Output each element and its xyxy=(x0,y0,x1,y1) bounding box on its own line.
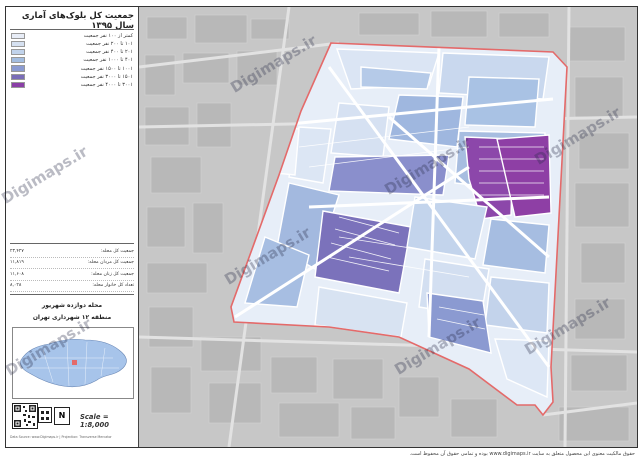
legend-item-label: ۳۰۰۱ تا ۴۰۰۰ نفر جمعیت xyxy=(80,81,133,88)
legend-swatch xyxy=(11,73,25,80)
legend-item: ۱۵۰۱ تا ۳۰۰۰ نفر جمعیت xyxy=(11,73,133,81)
legend-swatch xyxy=(11,32,25,39)
area-title: محله دوازده شهریور منطقه ۱۲ شهرداری تهرا… xyxy=(10,300,134,324)
legend-swatch xyxy=(11,49,25,56)
legend-list: کمتر از ۱۰۰ نفر جمعیت ۱۰۱ تا ۲۰۰ نفر جمعی… xyxy=(11,32,133,89)
north-arrow-icon: N xyxy=(54,407,70,425)
stat-label: جمعیت کل مردان محله: xyxy=(87,260,134,266)
legend-item: ۱۰۱ تا ۲۰۰ نفر جمعیت xyxy=(11,40,133,48)
legend-item: کمتر از ۱۰۰ نفر جمعیت xyxy=(11,32,133,40)
legend-item-label: ۴۰۱ تا ۱۰۰۰ نفر جمعیت xyxy=(83,57,133,64)
main-map[interactable]: Digimaps.ir Digimaps.ir Digimaps.ir Digi… xyxy=(139,7,637,447)
legend-item: ۴۰۱ تا ۱۰۰۰ نفر جمعیت xyxy=(11,57,133,65)
stat-value: ۲۳,۴۲۷ xyxy=(10,248,24,254)
stat-row: ۱۱,۸۱۹ جمعیت کل مردان محله: xyxy=(10,258,134,269)
title-divider xyxy=(10,29,134,30)
legend-item-label: ۱۰۱ تا ۲۰۰ نفر جمعیت xyxy=(86,40,133,47)
neighborhood-name: محله دوازده شهریور xyxy=(41,302,103,309)
stat-row: ۲۳,۴۲۷ جمعیت کل محله: xyxy=(10,246,134,258)
stat-row: ۸,۰۲۸ تعداد کل خانوار محله: xyxy=(10,281,134,292)
north-label: N xyxy=(58,411,66,420)
stat-label: تعداد کل خانوار محله: xyxy=(92,283,134,289)
legend-swatch xyxy=(11,57,25,64)
legend-item: ۳۰۰۱ تا ۴۰۰۰ نفر جمعیت xyxy=(11,81,133,89)
stat-row: ۱۱,۶۰۸ جمعیت کل زنان محله: xyxy=(10,269,134,281)
map-scale: Scale = 1:8,000 xyxy=(80,413,109,429)
legend-item-label: ۱۵۰۱ تا ۳۰۰۰ نفر جمعیت xyxy=(80,73,133,80)
stat-value: ۱۱,۶۰۸ xyxy=(10,271,24,277)
legend-item: ۲۰۱ تا ۴۰۰ نفر جمعیت xyxy=(11,48,133,56)
legend-item-label: کمتر از ۱۰۰ نفر جمعیت xyxy=(83,32,133,39)
stat-value: ۱۱,۸۱۹ xyxy=(10,260,24,266)
population-stats: ۲۳,۴۲۷ جمعیت کل محله: ۱۱,۸۱۹ جمعیت کل مردان… xyxy=(10,243,134,295)
secondary-logo-icon xyxy=(38,407,52,423)
legend-panel: جمعیت کل بلوک‌های آماری سال ۱۳۹۵ کمتر از… xyxy=(6,7,139,447)
legend-title: جمعیت کل بلوک‌های آماری سال ۱۳۹۵ xyxy=(21,11,134,31)
map-canvas xyxy=(139,7,637,447)
legend-swatch xyxy=(11,81,25,89)
legend-footer: N Scale = 1:8,000 Data Source: www.Digim… xyxy=(10,401,134,441)
legend-swatch xyxy=(11,40,25,48)
legend-item-label: ۱۰۰۱ تا ۱۵۰۰ نفر جمعیت xyxy=(80,65,133,72)
legend-item: ۱۰۰۱ تا ۱۵۰۰ نفر جمعیت xyxy=(11,65,133,73)
copyright-footer: حقوق مالکیت معنوی این محصول متعلق به سای… xyxy=(409,451,635,457)
stat-label: جمعیت کل زنان محله: xyxy=(91,271,134,277)
data-credit: Data Source: www.Digimaps.ir | Projectio… xyxy=(10,435,112,439)
stat-value: ۸,۰۲۸ xyxy=(10,283,22,289)
legend-swatch xyxy=(11,65,25,72)
qr-code-icon xyxy=(12,403,38,429)
legend-item-label: ۲۰۱ تا ۴۰۰ نفر جمعیت xyxy=(86,49,133,56)
neighborhood-locator-marker xyxy=(72,360,77,365)
stat-label: جمعیت کل محله: xyxy=(100,248,134,254)
